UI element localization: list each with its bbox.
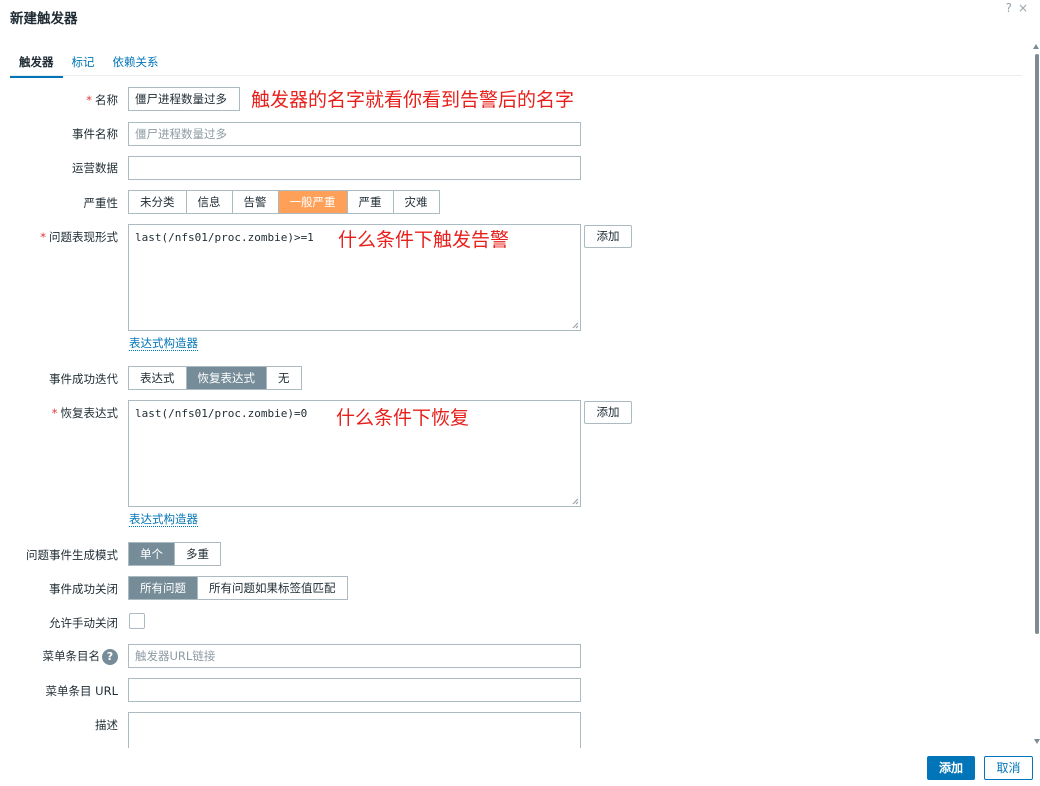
ok-event-none[interactable]: 无 <box>267 367 301 389</box>
name-label: * 名称 <box>86 93 118 107</box>
ok-event-closes-tag-match[interactable]: 所有问题如果标签值匹配 <box>198 577 347 599</box>
ok-event-recovery-expression[interactable]: 恢复表达式 <box>186 367 267 389</box>
problem-expression-builder-link[interactable]: 表达式构造器 <box>129 336 198 351</box>
severity-information[interactable]: 信息 <box>187 191 233 213</box>
problem-event-mode-multiple[interactable]: 多重 <box>175 543 220 565</box>
problem-event-mode-label: 问题事件生成模式 <box>26 548 118 562</box>
scrollbar[interactable] <box>1033 44 1040 744</box>
scrollbar-thumb[interactable] <box>1035 54 1039 634</box>
close-icon[interactable]: × <box>1018 1 1034 15</box>
tab-divider <box>10 75 1022 76</box>
recovery-expression-builder-link[interactable]: 表达式构造器 <box>129 512 198 527</box>
menu-entry-url-label: 菜单条目 URL <box>45 684 118 698</box>
ok-event-generation-selector: 表达式 恢复表达式 无 <box>128 366 302 390</box>
severity-not-classified[interactable]: 未分类 <box>129 191 187 213</box>
help-icon[interactable]: ? <box>102 648 118 665</box>
recovery-expression-add-button[interactable]: 添加 <box>584 401 632 424</box>
dialog-title: 新建触发器 <box>10 11 78 27</box>
severity-warning[interactable]: 告警 <box>233 191 279 213</box>
problem-expression-add-button[interactable]: 添加 <box>584 225 632 248</box>
ok-event-closes-selector: 所有问题 所有问题如果标签值匹配 <box>128 576 348 600</box>
ok-event-closes-label: 事件成功关闭 <box>49 582 118 596</box>
ok-event-closes-all[interactable]: 所有问题 <box>129 577 198 599</box>
resize-handle-icon[interactable] <box>571 497 579 505</box>
ok-event-expression[interactable]: 表达式 <box>129 367 187 389</box>
cancel-button[interactable]: 取消 <box>984 756 1033 780</box>
scroll-down-icon[interactable] <box>1034 739 1040 744</box>
event-name-label: 事件名称 <box>72 127 118 141</box>
scroll-up-icon[interactable] <box>1033 44 1039 49</box>
add-button[interactable]: 添加 <box>927 756 975 780</box>
dialog-controls: ?× <box>1006 1 1034 15</box>
name-input[interactable]: 僵尸进程数量过多 <box>128 87 240 111</box>
allow-manual-close-label: 允许手动关闭 <box>49 616 118 630</box>
severity-high[interactable]: 严重 <box>348 191 394 213</box>
problem-expression-label: * 问题表现形式 <box>40 230 118 244</box>
help-icon[interactable]: ? <box>1006 1 1018 15</box>
description-textarea[interactable] <box>128 712 581 748</box>
description-label: 描述 <box>95 718 118 732</box>
problem-event-mode-single[interactable]: 单个 <box>129 543 175 565</box>
problem-annotation: 什么条件下触发告警 <box>338 229 510 251</box>
resize-handle-icon[interactable] <box>571 321 579 329</box>
problem-event-mode-selector: 单个 多重 <box>128 542 221 566</box>
severity-selector: 未分类 信息 告警 一般严重 严重 灾难 <box>128 190 440 214</box>
menu-entry-name-input[interactable]: 触发器URL链接 <box>128 644 581 668</box>
severity-average[interactable]: 一般严重 <box>278 191 348 213</box>
operational-data-label: 运营数据 <box>72 161 118 175</box>
severity-disaster[interactable]: 灾难 <box>394 191 439 213</box>
operational-data-input[interactable] <box>128 156 581 180</box>
event-name-input[interactable]: 僵尸进程数量过多 <box>128 122 581 146</box>
menu-entry-url-input[interactable] <box>128 678 581 702</box>
name-annotation: 触发器的名字就看你看到告警后的名字 <box>251 89 575 111</box>
ok-event-generation-label: 事件成功迭代 <box>49 372 118 386</box>
allow-manual-close-checkbox[interactable] <box>129 613 145 629</box>
menu-entry-name-label: 菜单条目名? <box>43 648 118 665</box>
recovery-annotation: 什么条件下恢复 <box>336 407 470 429</box>
recovery-expression-label: * 恢复表达式 <box>51 406 118 420</box>
severity-label: 严重性 <box>83 196 119 210</box>
